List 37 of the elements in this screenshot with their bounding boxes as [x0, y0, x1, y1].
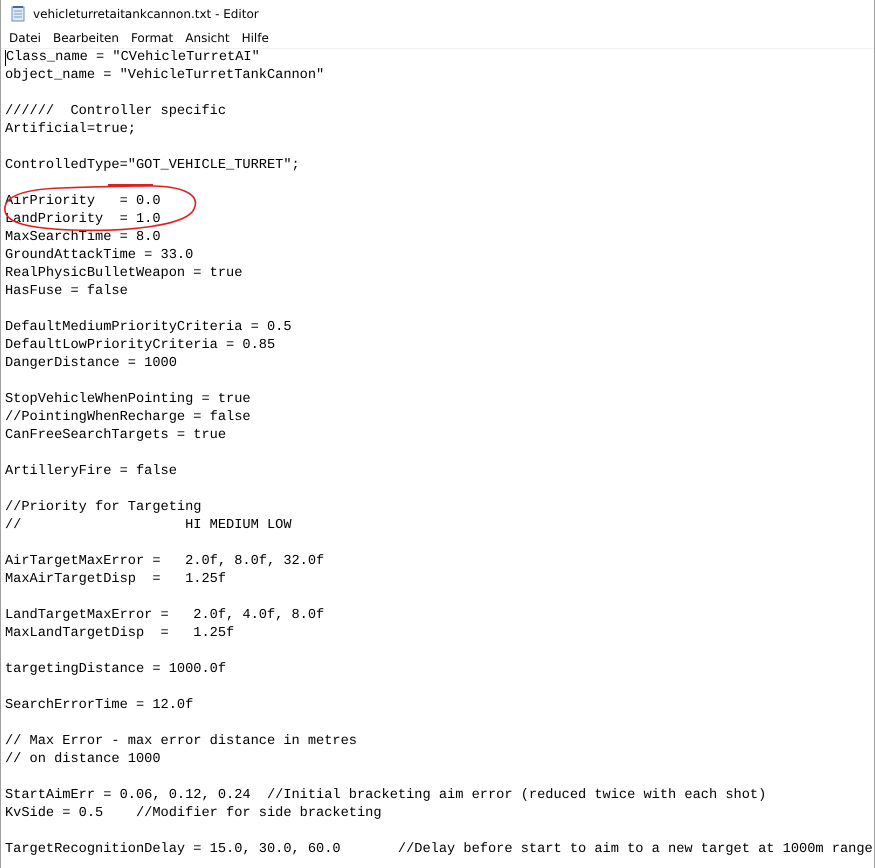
- code-line: MaxSearchTime = 8.0: [5, 229, 161, 247]
- menu-item[interactable]: Ansicht: [179, 31, 236, 45]
- code-line: object_name = "VehicleTurretTankCannon": [5, 67, 324, 85]
- code-line: ////// Controller specific: [5, 103, 226, 121]
- code-line: StartAimErr = 0.06, 0.12, 0.24 //Initial bracketing aim error (reduced twice with each shot): [5, 787, 766, 805]
- code-line: ArtilleryFire = false: [5, 463, 177, 481]
- code-line: StopVehicleWhenPointing = true: [5, 391, 251, 409]
- menu-item[interactable]: Datei: [3, 31, 48, 45]
- code-line: AirTargetMaxError = 2.0f, 8.0f, 32.0f: [5, 553, 324, 571]
- code-line: targetingDistance = 1000.0f: [5, 661, 226, 679]
- notepad-icon: [10, 6, 26, 22]
- code-line: //Priority for Targeting: [5, 499, 202, 517]
- code-line: DefaultLowPriorityCriteria = 0.85: [5, 337, 276, 355]
- code-line: MaxAirTargetDisp = 1.25f: [5, 571, 226, 589]
- code-line: DefaultMediumPriorityCriteria = 0.5: [5, 319, 292, 337]
- code-line: // HI MEDIUM LOW: [5, 517, 292, 535]
- code-line: RealPhysicBulletWeapon = true: [5, 265, 242, 283]
- code-line: DangerDistance = 1000: [5, 355, 177, 373]
- text-cursor: [5, 50, 6, 66]
- code-line: Artificial=true;: [5, 121, 136, 139]
- code-line: Class_name = "CVehicleTurretAI": [6, 49, 260, 67]
- menu-item[interactable]: Hilfe: [236, 31, 275, 45]
- code-line: TargetRecognitionDelay = 15.0, 30.0, 60.0 //Delay before start to aim to a new target at 1000m range: [5, 841, 873, 859]
- menu-item[interactable]: Format: [124, 31, 180, 45]
- code-line: CanFreeSearchTargets = true: [5, 427, 226, 445]
- code-line: //PointingWhenRecharge = false: [5, 409, 251, 427]
- code-line: SearchErrorTime = 12.0f: [5, 697, 194, 715]
- code-line: // on distance 1000: [5, 751, 161, 769]
- code-line: ControlledType="GOT_VEHICLE_TURRET";: [5, 157, 300, 175]
- window-title: vehicleturretaitankcannon.txt - Editor: [33, 7, 259, 21]
- code-line: // Max Error - max error distance in metres: [5, 733, 357, 751]
- code-line: KvSide = 0.5 //Modifier for side bracketing: [5, 805, 382, 823]
- code-line: GroundAttackTime = 33.0: [5, 247, 194, 265]
- code-line: MaxLandTargetDisp = 1.25f: [5, 625, 234, 643]
- menu-item[interactable]: Bearbeiten: [47, 31, 125, 45]
- code-line: HasFuse = false: [5, 283, 128, 301]
- code-line: LandTargetMaxError = 2.0f, 4.0f, 8.0f: [5, 607, 324, 625]
